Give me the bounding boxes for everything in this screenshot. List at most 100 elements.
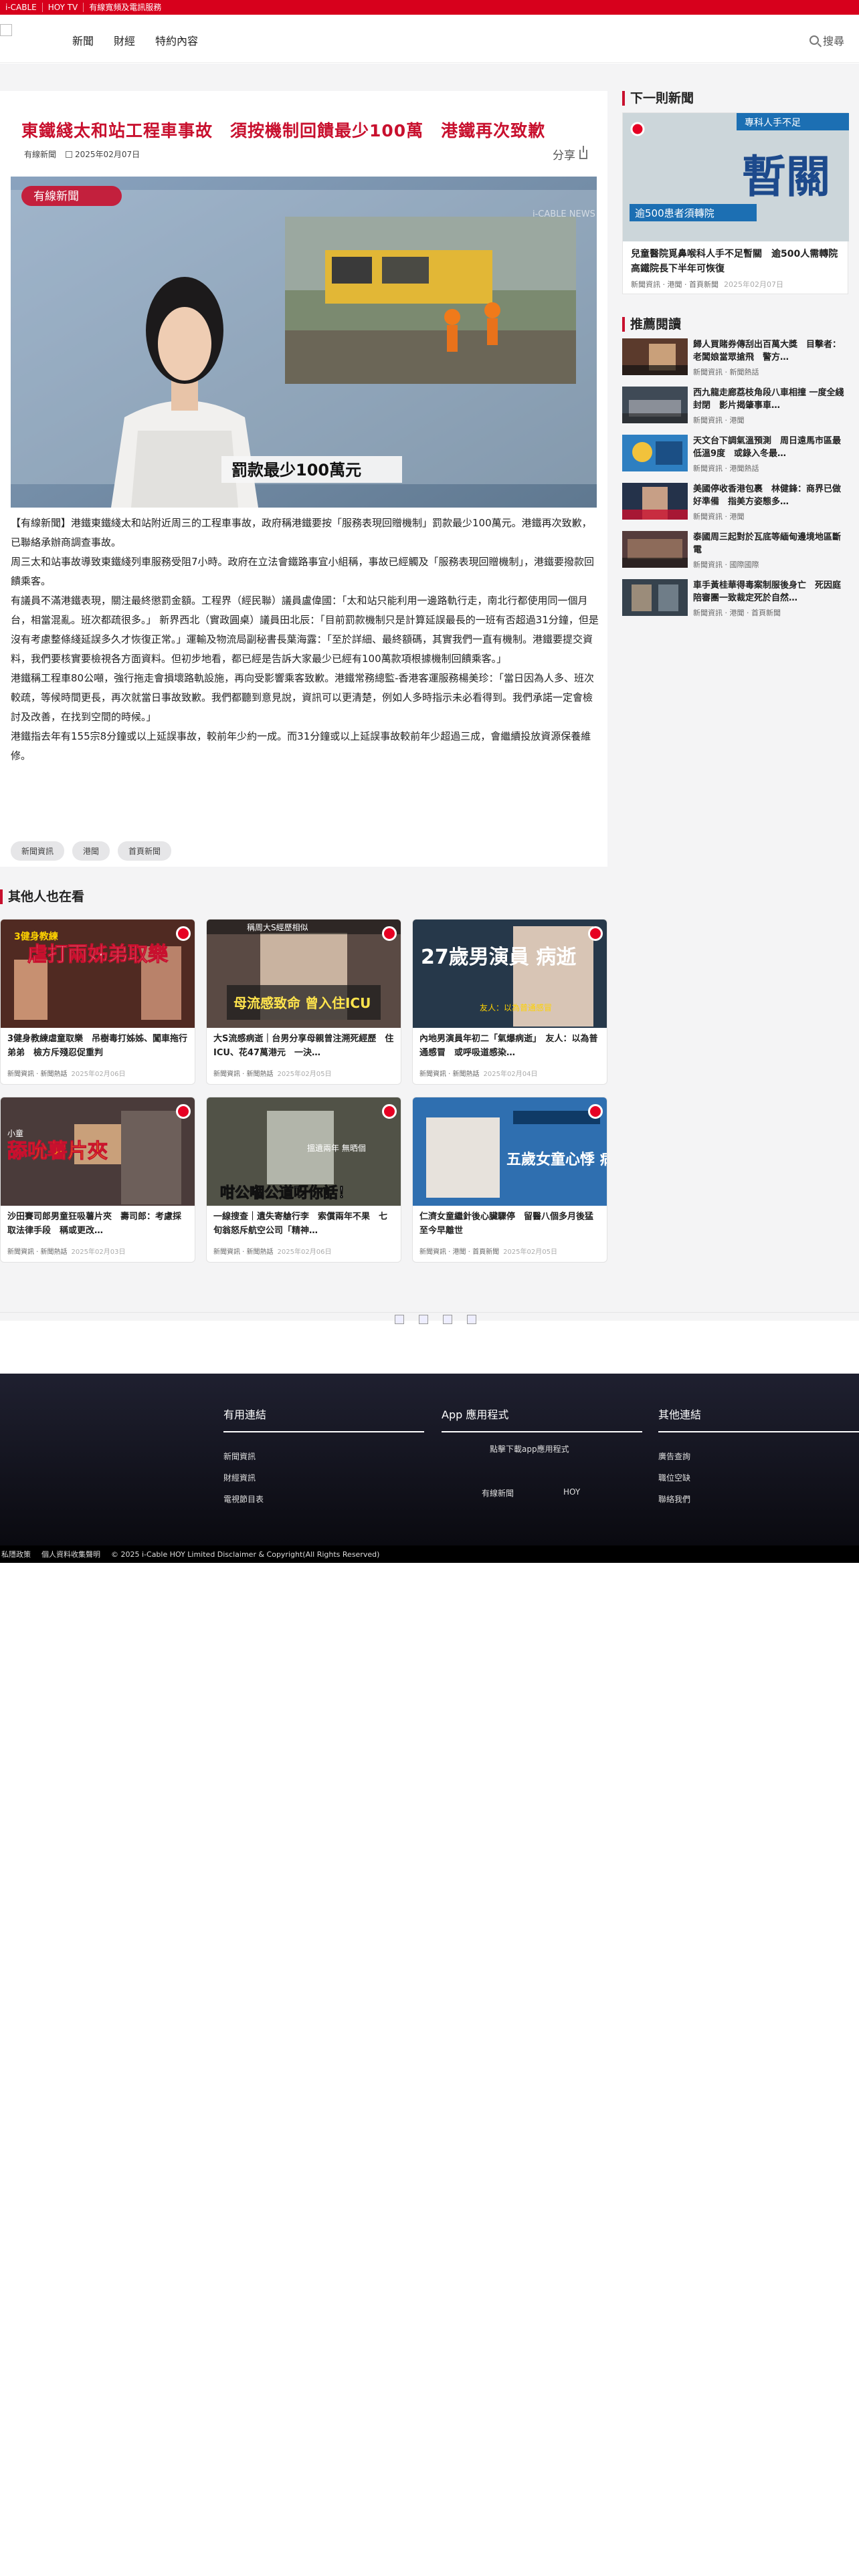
next-news-heading: 下一則新聞 <box>622 91 694 106</box>
topbar-link-icable[interactable]: i-CABLE <box>0 3 43 12</box>
topbar-link-broadband[interactable]: 有線寬頻及電訊服務 <box>84 3 167 12</box>
footer-app-heading: App 應用程式 <box>442 1408 509 1421</box>
article-title: 東鐵綫太和站工程車事故 須按機制回饋最少100萬 港鐵再次致歉 <box>21 121 546 140</box>
svg-text:虐打兩姊弟取樂: 虐打兩姊弟取樂 <box>27 943 169 966</box>
ad-image-icon[interactable] <box>443 1315 452 1324</box>
calendar-icon <box>66 151 73 158</box>
recommended-thumb <box>622 483 688 520</box>
next-img-big: 暫關 <box>742 151 830 203</box>
footer-app-text: 點擊下載app應用程式 <box>490 1444 569 1454</box>
others-card-meta: 新聞資訊 · 新聞熱話 2025年02月03日 <box>7 1249 126 1256</box>
recommended-title: 歸人買賭券傳刮出百萬大獎 目擊者：老闆娘當眾搶飛 警方… <box>693 340 842 362</box>
footer-link[interactable]: 新聞資訊 <box>223 1446 264 1467</box>
ad-image-icon[interactable] <box>467 1315 476 1324</box>
ad-image-icon[interactable] <box>395 1315 404 1324</box>
news-anchor-scene: 有線新聞 i-CABLE NEWS 罰款最少100萬元 <box>11 177 597 508</box>
tag-local[interactable]: 港聞 <box>72 841 110 861</box>
article-meta: 有線新聞 2025年02月07日 <box>24 148 140 160</box>
others-card[interactable]: 27歲男演員 病逝 友人：以為普通感冒 內地男演員年初二「氣爆病逝」 友人：以為… <box>412 919 607 1085</box>
recommended-item[interactable]: 天文台下調氣溫預測 周日遠馬市區最低溫9度 或錄入冬最… 新聞資訊 · 港聞熱話 <box>622 435 848 476</box>
share-label: 分享 <box>553 149 575 163</box>
recommended-title: 西九龍走廊荔枝角段八車相撞 一度全綫封閉 影片揭肇事車… <box>693 388 844 411</box>
svg-text:舔吮薯片夾: 舔吮薯片夾 <box>7 1140 108 1163</box>
footer-link[interactable]: 電視節目表 <box>223 1489 264 1510</box>
footer-other-links: 廣告查詢 職位空缺 聯絡我們 <box>658 1446 690 1510</box>
next-news-card[interactable]: 專科人手不足 暫關 逾500患者須轉院 兒童醫院覓鼻喉科人手不足暫關 逾500人… <box>622 112 849 294</box>
recommended-title: 車手黃桂華得毒案制服後身亡 死因庭陪審團一致裁定死於自然… <box>693 580 842 603</box>
copyright-bar: 私隱政策 個人資料收集聲明 © 2025 i-Cable HOY Limited… <box>0 1545 859 1563</box>
search-icon <box>809 35 819 45</box>
recommended-item[interactable]: 西九龍走廊荔枝角段八車相撞 一度全綫封閉 影片揭肇事車… 新聞資訊 · 港聞 <box>622 387 848 428</box>
recommended-meta: 新聞資訊 · 港聞 <box>693 416 745 425</box>
live-badge-icon <box>588 926 603 941</box>
footer-link[interactable]: 財經資訊 <box>223 1467 264 1489</box>
recommended-thumb <box>622 338 688 375</box>
recommended-item[interactable]: 歸人買賭券傳刮出百萬大獎 目擊者：老闆娘當眾搶飛 警方… 新聞資訊 · 新聞熱話 <box>622 338 848 380</box>
recommended-title: 泰國周三起對於瓦底等緬甸邊境地區斷電 <box>693 532 842 555</box>
others-card-meta: 新聞資訊 · 新聞熱話 2025年02月04日 <box>419 1071 538 1078</box>
footer-link[interactable]: 職位空缺 <box>658 1467 690 1489</box>
next-img-top: 專科人手不足 <box>745 118 801 128</box>
svg-text:五歲女童心悸 病情惡化離世: 五歲女童心悸 病情惡化離世 <box>506 1151 607 1168</box>
ad-image-icon[interactable] <box>419 1315 428 1324</box>
nav-news[interactable]: 新聞 <box>72 32 94 48</box>
app-link-hoy[interactable]: HOY <box>563 1487 580 1497</box>
article-date: 2025年02月07日 <box>75 150 140 159</box>
recommended-item[interactable]: 泰國周三起對於瓦底等緬甸邊境地區斷電 新聞資訊 · 國際國際 <box>622 531 848 572</box>
article-paragraph: 周三太和站事故導致東鐵綫列車服務受阻7小時。政府在立法會鐵路事宜小組稱，事故已經… <box>11 556 595 587</box>
others-card-title: 一線搜查｜遺失寄艙行李 索償兩年不果 七旬翁怒斥航空公司「精神… <box>213 1212 388 1236</box>
recommended-meta: 新聞資訊 · 港聞熱話 <box>693 464 759 473</box>
others-card-image: 五歲女童心悸 病情惡化離世 <box>413 1097 607 1206</box>
article-body: 【有線新聞】港鐵東鐵綫太和站附近周三的工程車事故，政府稱港鐵要按「服務表現回贈機… <box>11 514 599 766</box>
others-card[interactable]: 搵遺兩年 無晒個 咁公嗰公道呀你話！ 一線搜查｜遺失寄艙行李 索償兩年不果 七旬… <box>206 1097 401 1263</box>
recommended-thumb <box>622 579 688 616</box>
pics-link[interactable]: 個人資料收集聲明 <box>41 1549 100 1560</box>
others-card[interactable]: 稱周大S經歷相似 母流感致命 曾入住ICU 大S流感病逝｜台男分享母親曾注溯死經… <box>206 919 401 1085</box>
others-card-title: 沙田賽司郎男童狂吸薯片夾 壽司郎：考慮採取法律手段 稱或更改… <box>7 1212 182 1236</box>
others-card-meta: 新聞資訊 · 新聞熱話 2025年02月06日 <box>7 1071 126 1078</box>
others-card[interactable]: 3健身教練 虐打兩姊弟取樂 3健身教練虐童取樂 吊樹毒打姊姊、闖車拖行弟弟 檢方… <box>0 919 195 1085</box>
nav-finance[interactable]: 財經 <box>114 32 135 48</box>
article-paragraph: 有議員不滿港鐵表現，關注最終懲罰金額。工程界（經民聯）議員盧偉國：「太和站只能利… <box>11 595 599 665</box>
tag-news[interactable]: 新聞資訊 <box>11 841 65 861</box>
footer-useful-heading: 有用連結 <box>223 1408 267 1421</box>
hero-caption: 罰款最少100萬元 <box>231 461 361 479</box>
others-card-meta: 新聞資訊 · 新聞熱話 2025年02月05日 <box>213 1071 332 1078</box>
next-news-image: 專科人手不足 暫關 逾500患者須轉院 <box>623 113 849 241</box>
share-icon <box>579 145 587 159</box>
footer-link[interactable]: 聯絡我們 <box>658 1489 690 1510</box>
search-button[interactable]: 搜尋 <box>809 32 844 48</box>
others-card[interactable]: 小童 舔吮薯片夾 沙田賽司郎男童狂吸薯片夾 壽司郎：考慮採取法律手段 稱或更改…… <box>0 1097 195 1263</box>
next-news-title: 兒童醫院覓鼻喉科人手不足暫關 逾500人需轉院 高鐵院長下半年可恢復 <box>631 249 848 274</box>
article-tags: 新聞資訊 港聞 首頁新聞 <box>11 841 172 861</box>
others-card-title: 內地男演員年初二「氣爆病逝」 友人：以為普通感冒 或呼吸道感染… <box>419 1034 598 1058</box>
footer-divider <box>442 1431 642 1432</box>
recommended-title: 美國停收香港包裹 林健鋒：商界已做好準備 指美方姿態多… <box>693 484 842 507</box>
app-link-cable-news[interactable]: 有線新聞 <box>482 1487 514 1499</box>
site-logo[interactable] <box>0 24 12 36</box>
others-card-meta: 新聞資訊 · 新聞熱話 2025年02月06日 <box>213 1249 332 1256</box>
others-card-image: 27歲男演員 病逝 友人：以為普通感冒 <box>413 920 607 1028</box>
nav-special[interactable]: 特約內容 <box>155 32 198 48</box>
svg-text:27歲男演員 病逝: 27歲男演員 病逝 <box>421 946 576 969</box>
others-card-meta: 新聞資訊 · 港聞 · 首頁新聞 2025年02月05日 <box>419 1249 557 1256</box>
recommended-item[interactable]: 美國停收香港包裹 林健鋒：商界已做好準備 指美方姿態多… 新聞資訊 · 港聞 <box>622 483 848 524</box>
recommended-heading: 推薦閱讀 <box>622 317 681 332</box>
footer-link[interactable]: 廣告查詢 <box>658 1446 690 1467</box>
article-source: 有線新聞 <box>24 150 57 159</box>
topbar-link-hoytv[interactable]: HOY TV <box>43 3 84 12</box>
site-header: 新聞 財經 特約內容 搜尋 <box>0 15 859 63</box>
privacy-link[interactable]: 私隱政策 <box>1 1549 31 1560</box>
others-card[interactable]: 五歲女童心悸 病情惡化離世 仁濟女童繼針後心臟驟停 留醫八個多月後猛至今早離世 … <box>412 1097 607 1263</box>
svg-text:稱周大S經歷相似: 稱周大S經歷相似 <box>247 923 308 932</box>
recommended-item[interactable]: 車手黃桂華得毒案制服後身亡 死因庭陪審團一致裁定死於自然… 新聞資訊 · 港聞 … <box>622 579 848 621</box>
site-footer: 有用連結 新聞資訊 財經資訊 電視節目表 App 應用程式 點擊下載app應用程… <box>0 1374 859 1545</box>
live-badge-icon <box>382 926 397 941</box>
article-hero-image: 有線新聞 i-CABLE NEWS 罰款最少100萬元 <box>11 177 597 508</box>
svg-text:母流感致命 曾入住ICU: 母流感致命 曾入住ICU <box>233 995 371 1011</box>
recommended-meta: 新聞資訊 · 國際國際 <box>693 560 759 569</box>
article-paragraph: 港鐵指去年有155宗8分鐘或以上延誤事故，較前年少約一成。而31分鐘或以上延誤事… <box>11 730 591 762</box>
share-button[interactable]: 分享 <box>553 145 587 163</box>
next-img-sub: 逾500患者須轉院 <box>635 207 714 219</box>
tag-front[interactable]: 首頁新聞 <box>118 841 172 861</box>
